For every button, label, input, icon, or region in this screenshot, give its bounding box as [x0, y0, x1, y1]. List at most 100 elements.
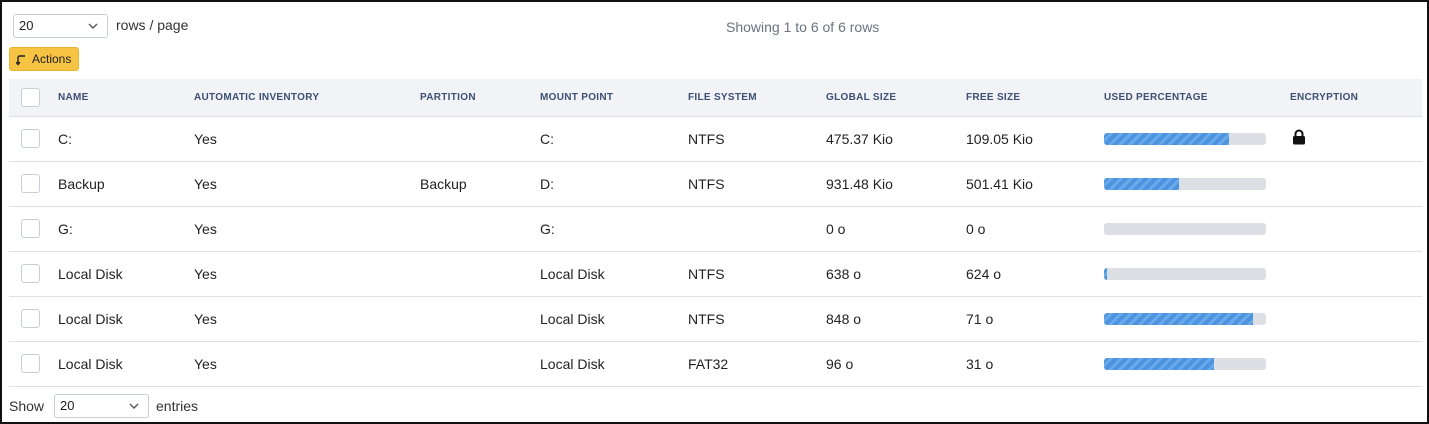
- row-automatic-inventory: Yes: [194, 355, 217, 372]
- row-mount-point: Local Disk: [540, 310, 605, 327]
- row-encryption: [1290, 161, 1422, 206]
- used-percentage-fill: [1104, 177, 1179, 190]
- row-encryption: [1290, 251, 1422, 296]
- row-mount-point: Local Disk: [540, 355, 605, 372]
- table-row: C: Yes C: NTFS 475.37 Kio 109.05 Kio: [9, 116, 1422, 161]
- row-free-size: 31 o: [966, 355, 994, 372]
- row-used-percentage: [1104, 251, 1290, 296]
- rows-per-page-select[interactable]: 20: [13, 14, 108, 38]
- row-file-system: NTFS: [688, 310, 725, 327]
- row-name-link[interactable]: Local Disk: [58, 341, 194, 386]
- row-checkbox[interactable]: [21, 219, 40, 238]
- actions-button[interactable]: Actions: [9, 47, 79, 71]
- column-header-mount-point[interactable]: MOUNT POINT: [540, 79, 688, 116]
- row-checkbox[interactable]: [21, 309, 40, 328]
- table-row: Local Disk Yes Local Disk FAT32 96 o 31 o: [9, 341, 1422, 386]
- row-global-size: 848 o: [826, 310, 862, 327]
- used-percentage-bar: [1104, 177, 1266, 190]
- row-global-size: 0 o: [826, 220, 846, 237]
- row-checkbox[interactable]: [21, 174, 40, 193]
- row-mount-point: D:: [540, 175, 554, 192]
- table-header-row: NAME AUTOMATIC INVENTORY PARTITION MOUNT…: [9, 79, 1422, 116]
- row-free-size: 0 o: [966, 220, 986, 237]
- row-automatic-inventory: Yes: [194, 130, 217, 147]
- row-free-size: 71 o: [966, 310, 994, 327]
- rows-per-page-value: 20: [19, 18, 34, 33]
- row-encryption: [1290, 116, 1422, 161]
- row-used-percentage: [1104, 161, 1290, 206]
- used-percentage-bar: [1104, 132, 1266, 145]
- column-header-file-system[interactable]: FILE SYSTEM: [688, 79, 826, 116]
- entries-per-page-value: 20: [60, 398, 75, 413]
- row-file-system: FAT32: [688, 355, 729, 372]
- rows-per-page-label: rows / page: [116, 17, 189, 33]
- row-partition: [420, 251, 540, 296]
- used-percentage-bar: [1104, 357, 1266, 370]
- chevron-down-icon: [88, 23, 98, 29]
- row-file-system: NTFS: [688, 265, 725, 282]
- row-automatic-inventory: Yes: [194, 220, 217, 237]
- show-label: Show: [9, 398, 45, 414]
- row-free-size: 109.05 Kio: [966, 130, 1033, 147]
- row-free-size: 624 o: [966, 265, 1002, 282]
- select-all-checkbox[interactable]: [21, 87, 40, 107]
- used-percentage-fill: [1104, 312, 1254, 325]
- row-automatic-inventory: Yes: [194, 310, 217, 327]
- used-percentage-fill: [1104, 357, 1215, 370]
- column-header-encryption[interactable]: ENCRYPTION: [1290, 79, 1422, 116]
- row-global-size: 931.48 Kio: [826, 175, 893, 192]
- column-header-global-size[interactable]: GLOBAL SIZE: [826, 79, 966, 116]
- row-checkbox[interactable]: [21, 264, 40, 283]
- column-header-free-size[interactable]: FREE SIZE: [966, 79, 1104, 116]
- row-partition: [420, 206, 540, 251]
- entries-per-page-select[interactable]: 20: [54, 394, 149, 418]
- row-mount-point: G:: [540, 220, 555, 237]
- corner-down-left-icon: [16, 55, 25, 66]
- row-used-percentage: [1104, 296, 1290, 341]
- row-automatic-inventory: Yes: [194, 265, 217, 282]
- entries-label: entries: [156, 398, 199, 414]
- row-global-size: 475.37 Kio: [826, 130, 893, 147]
- row-used-percentage: [1104, 341, 1290, 386]
- chevron-down-icon: [129, 403, 139, 409]
- row-encryption: [1290, 296, 1422, 341]
- row-automatic-inventory: Yes: [194, 175, 217, 192]
- used-percentage-bar: [1104, 222, 1266, 235]
- row-name-link[interactable]: Local Disk: [58, 296, 194, 341]
- row-file-system: NTFS: [688, 175, 725, 192]
- table-row: G: Yes G: 0 o0 o: [9, 206, 1422, 251]
- table-row: Backup Yes Backup D: NTFS 931.48 Kio 501.41 Ki…: [9, 161, 1422, 206]
- used-percentage-fill: [1104, 132, 1229, 145]
- row-file-system: NTFS: [688, 130, 725, 147]
- table-row: Local Disk Yes Local Disk NTFS 848 o 71 o: [9, 296, 1422, 341]
- disks-table: NAME AUTOMATIC INVENTORY PARTITION MOUNT…: [9, 79, 1422, 387]
- table-row: Local Disk Yes Local Disk NTFS 638 o 624 o: [9, 251, 1422, 296]
- used-percentage-bar: [1104, 312, 1266, 325]
- row-free-size: 501.41 Kio: [966, 175, 1033, 192]
- row-global-size: 96 o: [826, 355, 854, 372]
- column-header-automatic-inventory[interactable]: AUTOMATIC INVENTORY: [194, 79, 420, 116]
- row-name-link[interactable]: C:: [58, 116, 194, 161]
- row-used-percentage: [1104, 206, 1290, 251]
- row-mount-point: Local Disk: [540, 265, 605, 282]
- row-name-link[interactable]: Local Disk: [58, 251, 194, 296]
- row-partition: [420, 341, 540, 386]
- row-name-link[interactable]: G:: [58, 206, 194, 251]
- row-name-link[interactable]: Backup: [58, 161, 194, 206]
- row-partition: Backup: [420, 175, 467, 192]
- column-header-name[interactable]: NAME: [58, 79, 194, 116]
- row-partition: [420, 116, 540, 161]
- row-used-percentage: [1104, 116, 1290, 161]
- row-checkbox[interactable]: [21, 129, 40, 148]
- column-header-partition[interactable]: PARTITION: [420, 79, 540, 116]
- datatable-panel: 20 rows / page Showing 1 to 6 of 6 rows …: [0, 0, 1429, 424]
- row-checkbox[interactable]: [21, 354, 40, 373]
- row-global-size: 638 o: [826, 265, 862, 282]
- row-mount-point: C:: [540, 130, 554, 147]
- lock-icon: [1293, 129, 1305, 145]
- row-encryption: [1290, 206, 1422, 251]
- actions-label: Actions: [32, 52, 72, 66]
- row-encryption: [1290, 341, 1422, 386]
- column-header-used-percentage[interactable]: USED PERCENTAGE: [1104, 79, 1290, 116]
- used-percentage-fill: [1104, 267, 1108, 280]
